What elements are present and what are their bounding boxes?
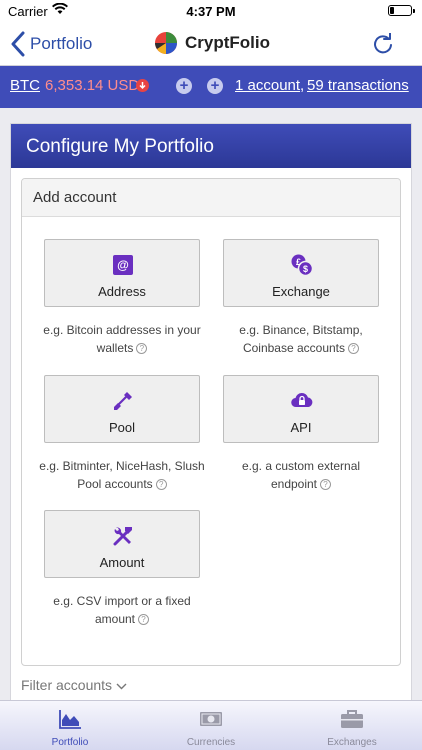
- svg-text:@: @: [117, 258, 129, 272]
- amount-option-button[interactable]: Amount: [44, 510, 200, 578]
- exchange-option-button[interactable]: £ $ Exchange: [223, 239, 379, 307]
- api-option-label: API: [290, 420, 312, 435]
- tools-icon: [113, 527, 132, 546]
- exchange-icon: £ $: [291, 254, 314, 277]
- svg-text:$: $: [303, 264, 308, 274]
- clock: 4:37 PM: [186, 4, 236, 19]
- description-line: e.g. Bitcoin addresses in your: [43, 323, 201, 337]
- tab-exchanges[interactable]: Exchanges: [282, 701, 422, 750]
- help-icon[interactable]: ?: [138, 614, 150, 626]
- exchange-option-description: e.g. Binance, Bitstamp, Coinbase account…: [211, 321, 391, 357]
- tab-bar: Portfolio Currencies Exchanges: [0, 700, 422, 750]
- pool-option-description: e.g. Bitminter, NiceHash, Slush Pool acc…: [32, 457, 212, 493]
- pool-option-label: Pool: [108, 420, 136, 435]
- description-line: Pool accounts: [77, 477, 153, 491]
- description-line: Coinbase accounts: [242, 341, 346, 355]
- address-option-button[interactable]: @ Address: [44, 239, 200, 307]
- refresh-icon[interactable]: [372, 33, 394, 55]
- price-down-icon: [136, 79, 149, 92]
- help-icon[interactable]: ?: [348, 343, 360, 355]
- tab-portfolio[interactable]: Portfolio: [0, 701, 140, 750]
- navigation-bar: Portfolio CryptFolio: [0, 22, 422, 66]
- amount-option-label: Amount: [99, 555, 145, 570]
- back-button[interactable]: Portfolio: [10, 30, 92, 58]
- description-line: e.g. Binance, Bitstamp,: [239, 323, 363, 337]
- banknote-icon: [200, 712, 222, 726]
- description-line: e.g. Bitminter, NiceHash, Slush: [39, 459, 205, 473]
- price-value: 6,353.14 USD: [45, 77, 140, 94]
- shovel-icon: [114, 392, 132, 410]
- add-currency-button[interactable]: +: [176, 78, 192, 94]
- page-title: Configure My Portfolio: [11, 124, 411, 168]
- chevron-left-icon: [11, 31, 25, 57]
- description-line: amount: [94, 612, 136, 626]
- add-account-button[interactable]: +: [207, 78, 223, 94]
- accounts-link[interactable]: 1 account: [235, 77, 300, 94]
- tab-label: Portfolio: [51, 737, 89, 748]
- back-label: Portfolio: [30, 34, 93, 53]
- help-icon[interactable]: ?: [320, 479, 332, 491]
- status-bar: Carrier 4:37 PM: [0, 0, 422, 22]
- address-icon: @: [113, 255, 133, 275]
- area-chart-icon: [59, 710, 81, 729]
- configure-portfolio-card: Configure My Portfolio Add account @ Add…: [10, 123, 412, 713]
- chevron-down-icon: [116, 683, 127, 690]
- battery-icon: [388, 5, 415, 16]
- tab-currencies[interactable]: Currencies: [141, 701, 281, 750]
- svg-text:£: £: [296, 257, 301, 267]
- panel-title: Add account: [22, 179, 400, 217]
- api-option-description: e.g. a custom external endpoint?: [211, 457, 391, 493]
- tab-label: Exchanges: [327, 737, 377, 748]
- description-line: endpoint: [270, 477, 318, 491]
- address-option-label: Address: [98, 284, 146, 299]
- ticker-bar: BTC 6,353.14 USD + + 1 account , 59 tran…: [0, 66, 422, 108]
- description-line: e.g. CSV import or a fixed: [53, 594, 191, 608]
- tab-label: Currencies: [186, 737, 236, 748]
- amount-option-description: e.g. CSV import or a fixed amount?: [32, 592, 212, 628]
- description-line: e.g. a custom external: [241, 459, 361, 473]
- filter-accounts-toggle[interactable]: Filter accounts: [21, 677, 127, 693]
- filter-accounts-label: Filter accounts: [21, 677, 113, 693]
- pool-option-button[interactable]: Pool: [44, 375, 200, 443]
- api-option-button[interactable]: API: [223, 375, 379, 443]
- cloud-lock-icon: [291, 393, 313, 408]
- app-logo-icon: [155, 32, 177, 54]
- help-icon[interactable]: ?: [155, 479, 167, 491]
- app-title-text: CryptFolio: [185, 33, 270, 52]
- help-icon[interactable]: ?: [136, 343, 148, 355]
- description-line: wallets: [96, 341, 134, 355]
- currency-symbol-link[interactable]: BTC: [10, 77, 40, 94]
- add-account-panel: Add account @ Address e.g. Bitcoin addre…: [21, 178, 401, 666]
- separator: ,: [300, 77, 305, 94]
- transactions-link[interactable]: 59 transactions: [307, 77, 409, 94]
- address-option-description: e.g. Bitcoin addresses in your wallets?: [32, 321, 212, 357]
- app-title: CryptFolio: [154, 31, 270, 55]
- exchange-option-label: Exchange: [272, 284, 330, 299]
- briefcase-icon: [341, 710, 363, 728]
